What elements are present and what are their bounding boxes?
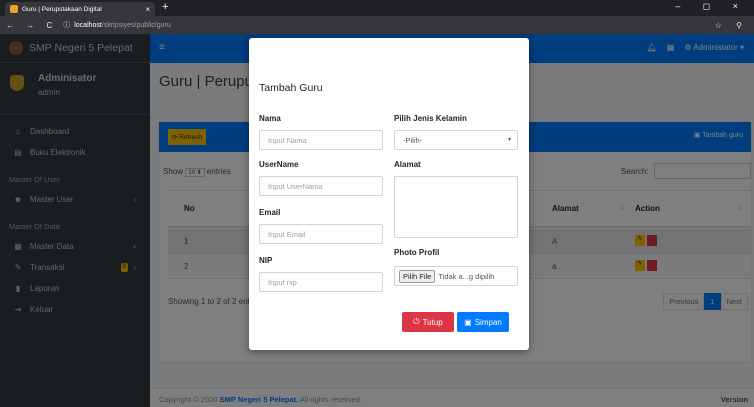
choose-file-button[interactable]: Pilih File (399, 269, 436, 283)
app-root: Guru | Perupstakaan Digital × + – ◻ × ← … (0, 0, 754, 407)
url-path: /skripsiyes/public/guru (101, 21, 171, 29)
browser-tab-bar: Guru | Perupstakaan Digital × + – ◻ × (0, 0, 754, 16)
tambah-guru-modal: Tambah Guru Nama Input Nama UserName Inp… (249, 38, 529, 350)
simpan-button[interactable]: ▣ Simpan (457, 312, 509, 332)
file-status: Tidak a...g dipilih (438, 271, 495, 281)
alamat-textarea[interactable] (394, 176, 518, 238)
url-host: localhost (74, 21, 102, 29)
modal-title: Tambah Guru (259, 82, 323, 94)
photo-file-input[interactable]: Pilih File Tidak a...g dipilih (394, 266, 518, 286)
nip-label: NIP (259, 256, 273, 265)
gender-select[interactable]: -Pilih- ▾ (394, 130, 518, 150)
window-controls[interactable]: – ◻ × (675, 1, 748, 12)
gender-label: Pilih Jenis Kelamin (394, 114, 467, 123)
nama-input[interactable]: Input Nama (259, 130, 383, 150)
browser-nav-buttons[interactable]: ← → C (6, 21, 57, 30)
email-input[interactable]: Input Email (259, 224, 383, 244)
favicon-icon (10, 5, 18, 13)
tutup-label: Tutup (422, 317, 443, 327)
power-icon: ⏻ (413, 317, 420, 326)
save-icon: ▣ (464, 317, 472, 327)
simpan-label: Simpan (474, 317, 502, 327)
browser-tab[interactable]: Guru | Perupstakaan Digital × (5, 2, 155, 16)
username-input[interactable]: Input UserNama (259, 176, 383, 196)
username-label: UserName (259, 160, 299, 169)
gender-select-value: -Pilih- (403, 136, 423, 145)
address-bar: ← → C ⓘ localhost /skripsiyes/public/gur… (0, 16, 754, 34)
nip-input[interactable]: Input nip (259, 272, 383, 292)
tab-close-icon[interactable]: × (145, 5, 150, 14)
info-icon: ⓘ (63, 22, 71, 29)
email-label: Email (259, 208, 281, 217)
browser-right-icons[interactable]: ☆ ⚲ (715, 21, 748, 30)
photo-profil-label: Photo Profil (394, 248, 440, 257)
tab-title: Guru | Perupstakaan Digital (22, 5, 102, 13)
alamat-label: Alamat (394, 160, 421, 169)
tutup-button[interactable]: ⏻ Tutup (402, 312, 454, 332)
url-field[interactable]: ⓘ localhost /skripsiyes/public/guru (63, 18, 715, 32)
new-tab-button[interactable]: + (162, 1, 168, 13)
chevron-down-icon: ▾ (507, 137, 511, 143)
nama-label: Nama (259, 114, 281, 123)
